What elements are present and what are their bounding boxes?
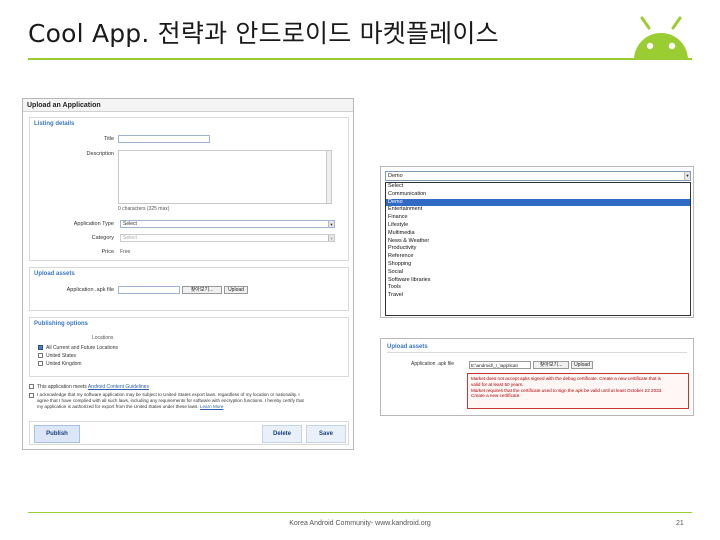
category-option[interactable]: Communication <box>386 191 690 199</box>
error-section-divider <box>387 352 687 353</box>
location-label-uk: United Kingdom <box>46 361 82 367</box>
app-type-label: Application Type <box>73 221 114 227</box>
category-option[interactable]: Entertainment <box>386 206 690 214</box>
content-guidelines-link[interactable]: Android Content Guidelines <box>88 384 149 390</box>
chevron-down-icon: ▼ <box>328 221 334 227</box>
guidelines-checkbox[interactable] <box>29 384 34 389</box>
category-dropdown-screenshot: Demo ▼ Select Communication Demo Entertainm… <box>380 166 694 318</box>
location-checkbox-all[interactable] <box>38 345 43 350</box>
category-option[interactable]: Social <box>386 269 690 277</box>
category-option[interactable]: Tools <box>386 284 690 292</box>
export-text-line-3: my application is authorized for export … <box>37 404 199 410</box>
save-button[interactable]: Save <box>306 425 346 443</box>
error-browse-button[interactable]: 찾아보기... <box>533 361 569 369</box>
location-label-us: United States <box>46 353 77 359</box>
category-option[interactable]: Lifestyle <box>386 222 690 230</box>
error-line: Market does not accept apks signed with … <box>471 376 661 381</box>
category-option[interactable]: Finance <box>386 214 690 222</box>
category-options-list: Select Communication Demo Entertainment Fina… <box>385 182 691 316</box>
description-textarea[interactable] <box>118 150 332 204</box>
description-scrollbar[interactable] <box>326 151 331 203</box>
locations-label: Locations <box>92 335 114 341</box>
description-label: Description <box>86 151 114 157</box>
location-label-all: All Current and Future Locations <box>46 345 118 351</box>
guidelines-statement: This application meets Android Content G… <box>37 384 149 390</box>
upload-error-screenshot: Upload assets Application .apk file E:\a… <box>380 338 694 416</box>
footer-divider <box>28 512 692 513</box>
category-select[interactable]: Select ▼ <box>120 234 335 242</box>
app-type-value: Select <box>123 221 137 227</box>
upload-assets-section: Upload assets Application .apk file 찾아보기… <box>29 267 349 311</box>
delete-button[interactable]: Delete <box>262 425 302 443</box>
category-dropdown-select[interactable]: Demo ▼ <box>385 171 691 181</box>
app-type-select[interactable]: Select ▼ <box>120 220 335 228</box>
error-section-title: Upload assets <box>387 344 428 350</box>
form-action-bar: Publish Delete Save <box>29 421 349 445</box>
export-laws-statement: I acknowledge that my software applicati… <box>37 392 353 411</box>
location-checkbox-uk[interactable] <box>38 361 43 366</box>
category-option[interactable]: Software libraries <box>386 277 690 285</box>
listing-details-title: Listing details <box>34 121 75 127</box>
category-dropdown-value: Demo <box>388 173 403 179</box>
publishing-options-title: Publishing options <box>34 321 88 327</box>
form-header: Upload an Application <box>23 99 353 112</box>
price-value: Free <box>120 249 131 255</box>
apk-file-input[interactable] <box>118 286 180 294</box>
error-line: Create a new certificate. <box>471 393 521 399</box>
upload-button[interactable]: Upload <box>224 286 248 294</box>
category-option[interactable]: Productivity <box>386 245 690 253</box>
publishing-options-section: Publishing options Locations All Current… <box>29 317 349 377</box>
footer-text: Korea Android Community- www.kandroid.or… <box>289 520 431 527</box>
category-option[interactable]: Shopping <box>386 261 690 269</box>
apk-file-label: Application .apk file <box>66 287 114 293</box>
title-label: Title <box>103 136 114 142</box>
category-value: Select <box>123 235 137 241</box>
category-label: Category <box>91 235 114 241</box>
category-option[interactable]: News & Weather <box>386 238 690 246</box>
error-upload-button[interactable]: Upload <box>571 361 593 369</box>
header-divider <box>28 58 692 60</box>
category-option[interactable]: Travel <box>386 292 690 300</box>
chevron-down-icon: ▼ <box>684 172 690 180</box>
upload-assets-title: Upload assets <box>34 271 75 277</box>
category-option[interactable]: Demo <box>386 198 690 207</box>
price-label: Price <box>101 249 114 255</box>
publish-button[interactable]: Publish <box>34 425 80 443</box>
guidelines-prefix: This application meets <box>37 384 87 390</box>
browse-button[interactable]: 찾아보기... <box>182 286 222 294</box>
error-apk-input[interactable]: E:\android\_\_\applicati <box>469 361 531 369</box>
page-number: 21 <box>676 520 684 527</box>
learn-more-link[interactable]: Learn More <box>200 404 224 409</box>
title-input[interactable] <box>118 135 210 143</box>
category-option[interactable]: Select <box>386 183 690 191</box>
category-option[interactable]: Multimedia <box>386 230 690 238</box>
character-count: 0 characters (325 max) <box>118 206 170 212</box>
error-message-box: Market does not accept apks signed with … <box>467 373 689 409</box>
chevron-down-icon: ▼ <box>328 235 334 241</box>
slide-title: Cool App. 전략과 안드로이드 마켓플레이스 <box>28 19 499 48</box>
upload-form-screenshot: Upload an Application Listing details Ti… <box>22 98 354 450</box>
android-robot-icon <box>634 16 688 60</box>
export-laws-checkbox[interactable] <box>29 393 34 398</box>
location-checkbox-us[interactable] <box>38 353 43 358</box>
error-apk-label: Application .apk file <box>411 361 455 367</box>
listing-details-section: Listing details Title Description 0 char… <box>29 117 349 261</box>
category-option[interactable]: Reference <box>386 253 690 261</box>
